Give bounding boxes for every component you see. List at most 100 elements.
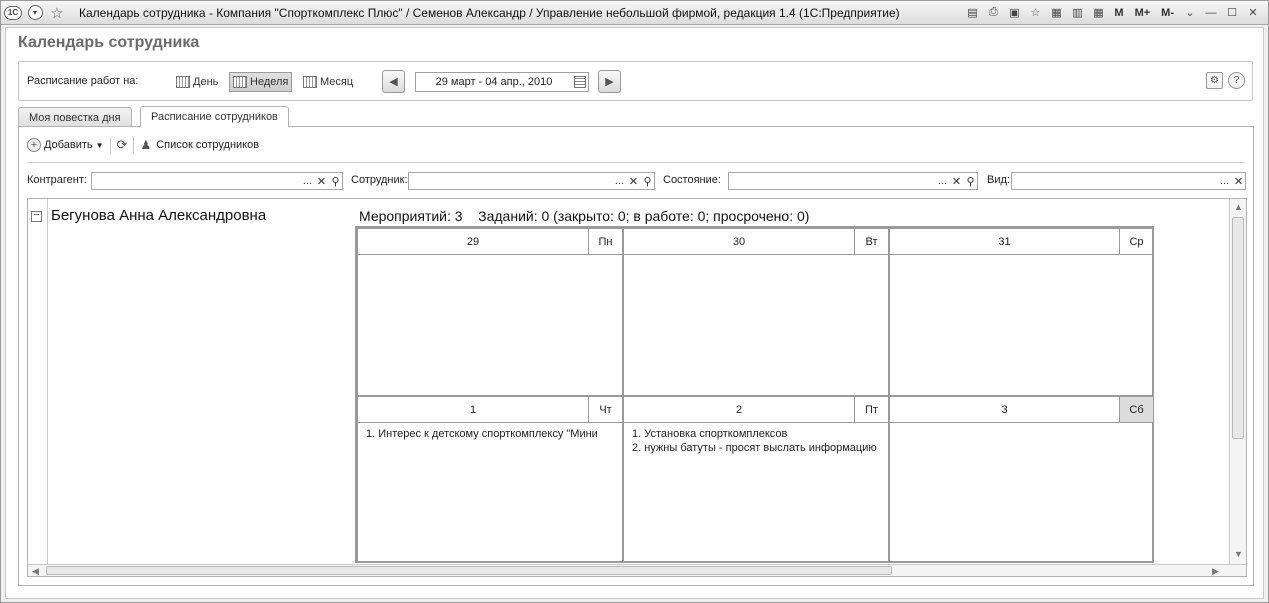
clear-icon[interactable]: ✕ xyxy=(627,173,640,189)
kind-input[interactable]: ... ✕ xyxy=(1011,172,1246,190)
calendar-icon[interactable]: ▦ xyxy=(1089,4,1107,21)
print-icon[interactable]: ⎙ xyxy=(984,4,1002,21)
staff-list-button[interactable]: ♟ Список сотрудников xyxy=(140,138,259,152)
settings-icon[interactable]: ⚙ xyxy=(1206,72,1223,89)
clear-icon[interactable]: ✕ xyxy=(950,173,963,189)
schedule-label: Расписание работ на: xyxy=(27,75,139,87)
calculator-icon[interactable]: ▥ xyxy=(1068,4,1086,21)
memory-plus-button[interactable]: M+ xyxy=(1135,7,1151,19)
form-content: Календарь сотрудника Расписание работ на… xyxy=(5,27,1264,599)
day-header: 2 Пт xyxy=(624,397,888,423)
view-week-button[interactable]: Неделя xyxy=(229,72,293,92)
event-item[interactable]: 1. Установка спорткомплексов xyxy=(632,427,877,441)
employee-summary: Мероприятий: 3 Заданий: 0 (закрыто: 0; в… xyxy=(359,208,810,224)
history-icon[interactable]: ▦ xyxy=(1047,4,1065,21)
toolbar-separator xyxy=(109,137,111,153)
day-header: 29 Пн xyxy=(358,229,622,255)
filter-row: Контрагент: ... ✕ ⚲ Сотрудник: ... ✕ ⚲ С… xyxy=(27,171,1247,191)
day-header: 30 Вт xyxy=(624,229,888,255)
scroll-thumb[interactable] xyxy=(1232,217,1244,439)
week-calendar: 29 Пн 30 Вт 31 Ср 1 Чт 1. Интерес к детс… xyxy=(355,226,1154,563)
schedule-bar: Расписание работ на: День Неделя Месяц ◀… xyxy=(18,61,1253,101)
state-label: Состояние: xyxy=(663,174,721,186)
memory-m-button[interactable]: M xyxy=(1114,7,1123,19)
view-day-button[interactable]: День xyxy=(173,72,221,92)
counterparty-input[interactable]: ... ✕ ⚲ xyxy=(91,172,343,190)
add-favorite-icon[interactable]: ☆ xyxy=(1026,4,1044,21)
employee-label: Сотрудник: xyxy=(351,174,408,186)
day-cell[interactable]: 29 Пн xyxy=(357,228,623,396)
user-icon: ♟ xyxy=(140,138,152,152)
schedule-grid: − Бегунова Анна Александровна Мероприяти… xyxy=(27,198,1247,577)
window-title: Календарь сотрудника - Компания "Спортко… xyxy=(79,5,900,20)
scroll-thumb[interactable] xyxy=(46,566,892,575)
day-header: 1 Чт xyxy=(358,397,622,423)
search-icon[interactable]: ⚲ xyxy=(329,173,342,189)
title-bar: 1C ▾ ☆ Календарь сотрудника - Компания "… xyxy=(1,1,1268,25)
next-period-button[interactable]: ▶ xyxy=(598,70,621,93)
add-button[interactable]: + Добавить ▼ xyxy=(27,138,104,152)
day-cell[interactable]: 1 Чт 1. Интерес к детскому спорткомплекс… xyxy=(357,396,623,563)
dropdown-icon[interactable]: ⌄ xyxy=(1181,4,1199,21)
select-ellipsis-button[interactable]: ... xyxy=(301,173,314,189)
search-icon[interactable]: ⚲ xyxy=(641,173,654,189)
counterparty-label: Контрагент: xyxy=(27,174,87,186)
arrow-left-icon: ◀ xyxy=(389,76,398,88)
divider xyxy=(27,162,1245,163)
memory-minus-button[interactable]: M- xyxy=(1161,7,1174,19)
employee-input[interactable]: ... ✕ ⚲ xyxy=(408,172,655,190)
chevron-down-icon: ▼ xyxy=(95,140,104,150)
event-list: 1. Интерес к детскому спорткомплексу "Ми… xyxy=(366,427,598,441)
page-title: Календарь сотрудника xyxy=(18,34,200,51)
minimize-icon[interactable]: — xyxy=(1202,4,1220,21)
save-icon[interactable]: ▤ xyxy=(963,4,981,21)
refresh-icon[interactable]: ⟳ xyxy=(117,137,128,153)
state-input[interactable]: ... ✕ ⚲ xyxy=(728,172,978,190)
day-cell[interactable]: 3 Сб xyxy=(889,396,1154,563)
select-ellipsis-button[interactable]: ... xyxy=(1218,173,1231,189)
vertical-scrollbar[interactable]: ▲ ▼ xyxy=(1229,199,1246,565)
calendar-picker-icon[interactable] xyxy=(574,76,586,88)
select-ellipsis-button[interactable]: ... xyxy=(936,173,949,189)
app-window: 1C ▾ ☆ Календарь сотрудника - Компания "… xyxy=(0,0,1269,603)
tab-panel: + Добавить ▼ ⟳ ♟ Список сотрудников Конт… xyxy=(18,126,1254,586)
tab-staff-schedule[interactable]: Расписание сотрудников xyxy=(140,106,289,127)
maximize-icon[interactable]: ☐ xyxy=(1223,4,1241,21)
scroll-up-icon[interactable]: ▲ xyxy=(1234,202,1243,212)
app-logo-icon[interactable]: 1C xyxy=(3,4,23,22)
favorite-star-icon[interactable]: ☆ xyxy=(47,4,67,22)
collapse-toggle-icon[interactable]: − xyxy=(31,211,42,222)
event-item[interactable]: 2. нужны батуты - просят выслать информа… xyxy=(632,441,877,455)
clear-icon[interactable]: ✕ xyxy=(1232,173,1245,189)
toolbar-separator xyxy=(133,137,135,153)
close-icon[interactable]: ✕ xyxy=(1244,4,1262,21)
main-menu-icon[interactable]: ▾ xyxy=(25,4,45,22)
clear-icon[interactable]: ✕ xyxy=(315,173,328,189)
event-item[interactable]: 1. Интерес к детскому спорткомплексу "Ми… xyxy=(366,427,598,441)
employee-name: Бегунова Анна Александровна xyxy=(51,207,267,224)
month-view-icon xyxy=(303,76,317,88)
scroll-right-icon[interactable]: ▶ xyxy=(1212,566,1219,576)
day-header: 31 Ср xyxy=(890,229,1153,255)
tree-line xyxy=(47,199,48,576)
toolbar: + Добавить ▼ ⟳ ♟ Список сотрудников xyxy=(27,135,259,155)
view-month-button[interactable]: Месяц xyxy=(300,72,356,92)
kind-label: Вид: xyxy=(987,174,1010,186)
help-icon[interactable]: ? xyxy=(1228,72,1245,89)
day-cell[interactable]: 31 Ср xyxy=(889,228,1154,396)
tab-my-agenda[interactable]: Моя повестка дня xyxy=(18,107,132,127)
week-view-icon xyxy=(233,76,247,88)
arrow-right-icon: ▶ xyxy=(605,76,614,88)
day-header: 3 Сб xyxy=(890,397,1153,423)
scroll-left-icon[interactable]: ◀ xyxy=(32,566,39,576)
search-icon[interactable]: ⚲ xyxy=(964,173,977,189)
prev-period-button[interactable]: ◀ xyxy=(382,70,405,93)
preview-icon[interactable]: ▣ xyxy=(1005,4,1023,21)
day-cell[interactable]: 30 Вт xyxy=(623,228,889,396)
day-cell[interactable]: 2 Пт 1. Установка спорткомплексов 2. нуж… xyxy=(623,396,889,563)
select-ellipsis-button[interactable]: ... xyxy=(613,173,626,189)
scroll-down-icon[interactable]: ▼ xyxy=(1234,549,1243,559)
period-field[interactable]: 29 март - 04 апр., 2010 xyxy=(415,72,589,92)
day-view-icon xyxy=(176,76,190,88)
horizontal-scrollbar[interactable]: ◀ ▶ xyxy=(28,564,1246,576)
